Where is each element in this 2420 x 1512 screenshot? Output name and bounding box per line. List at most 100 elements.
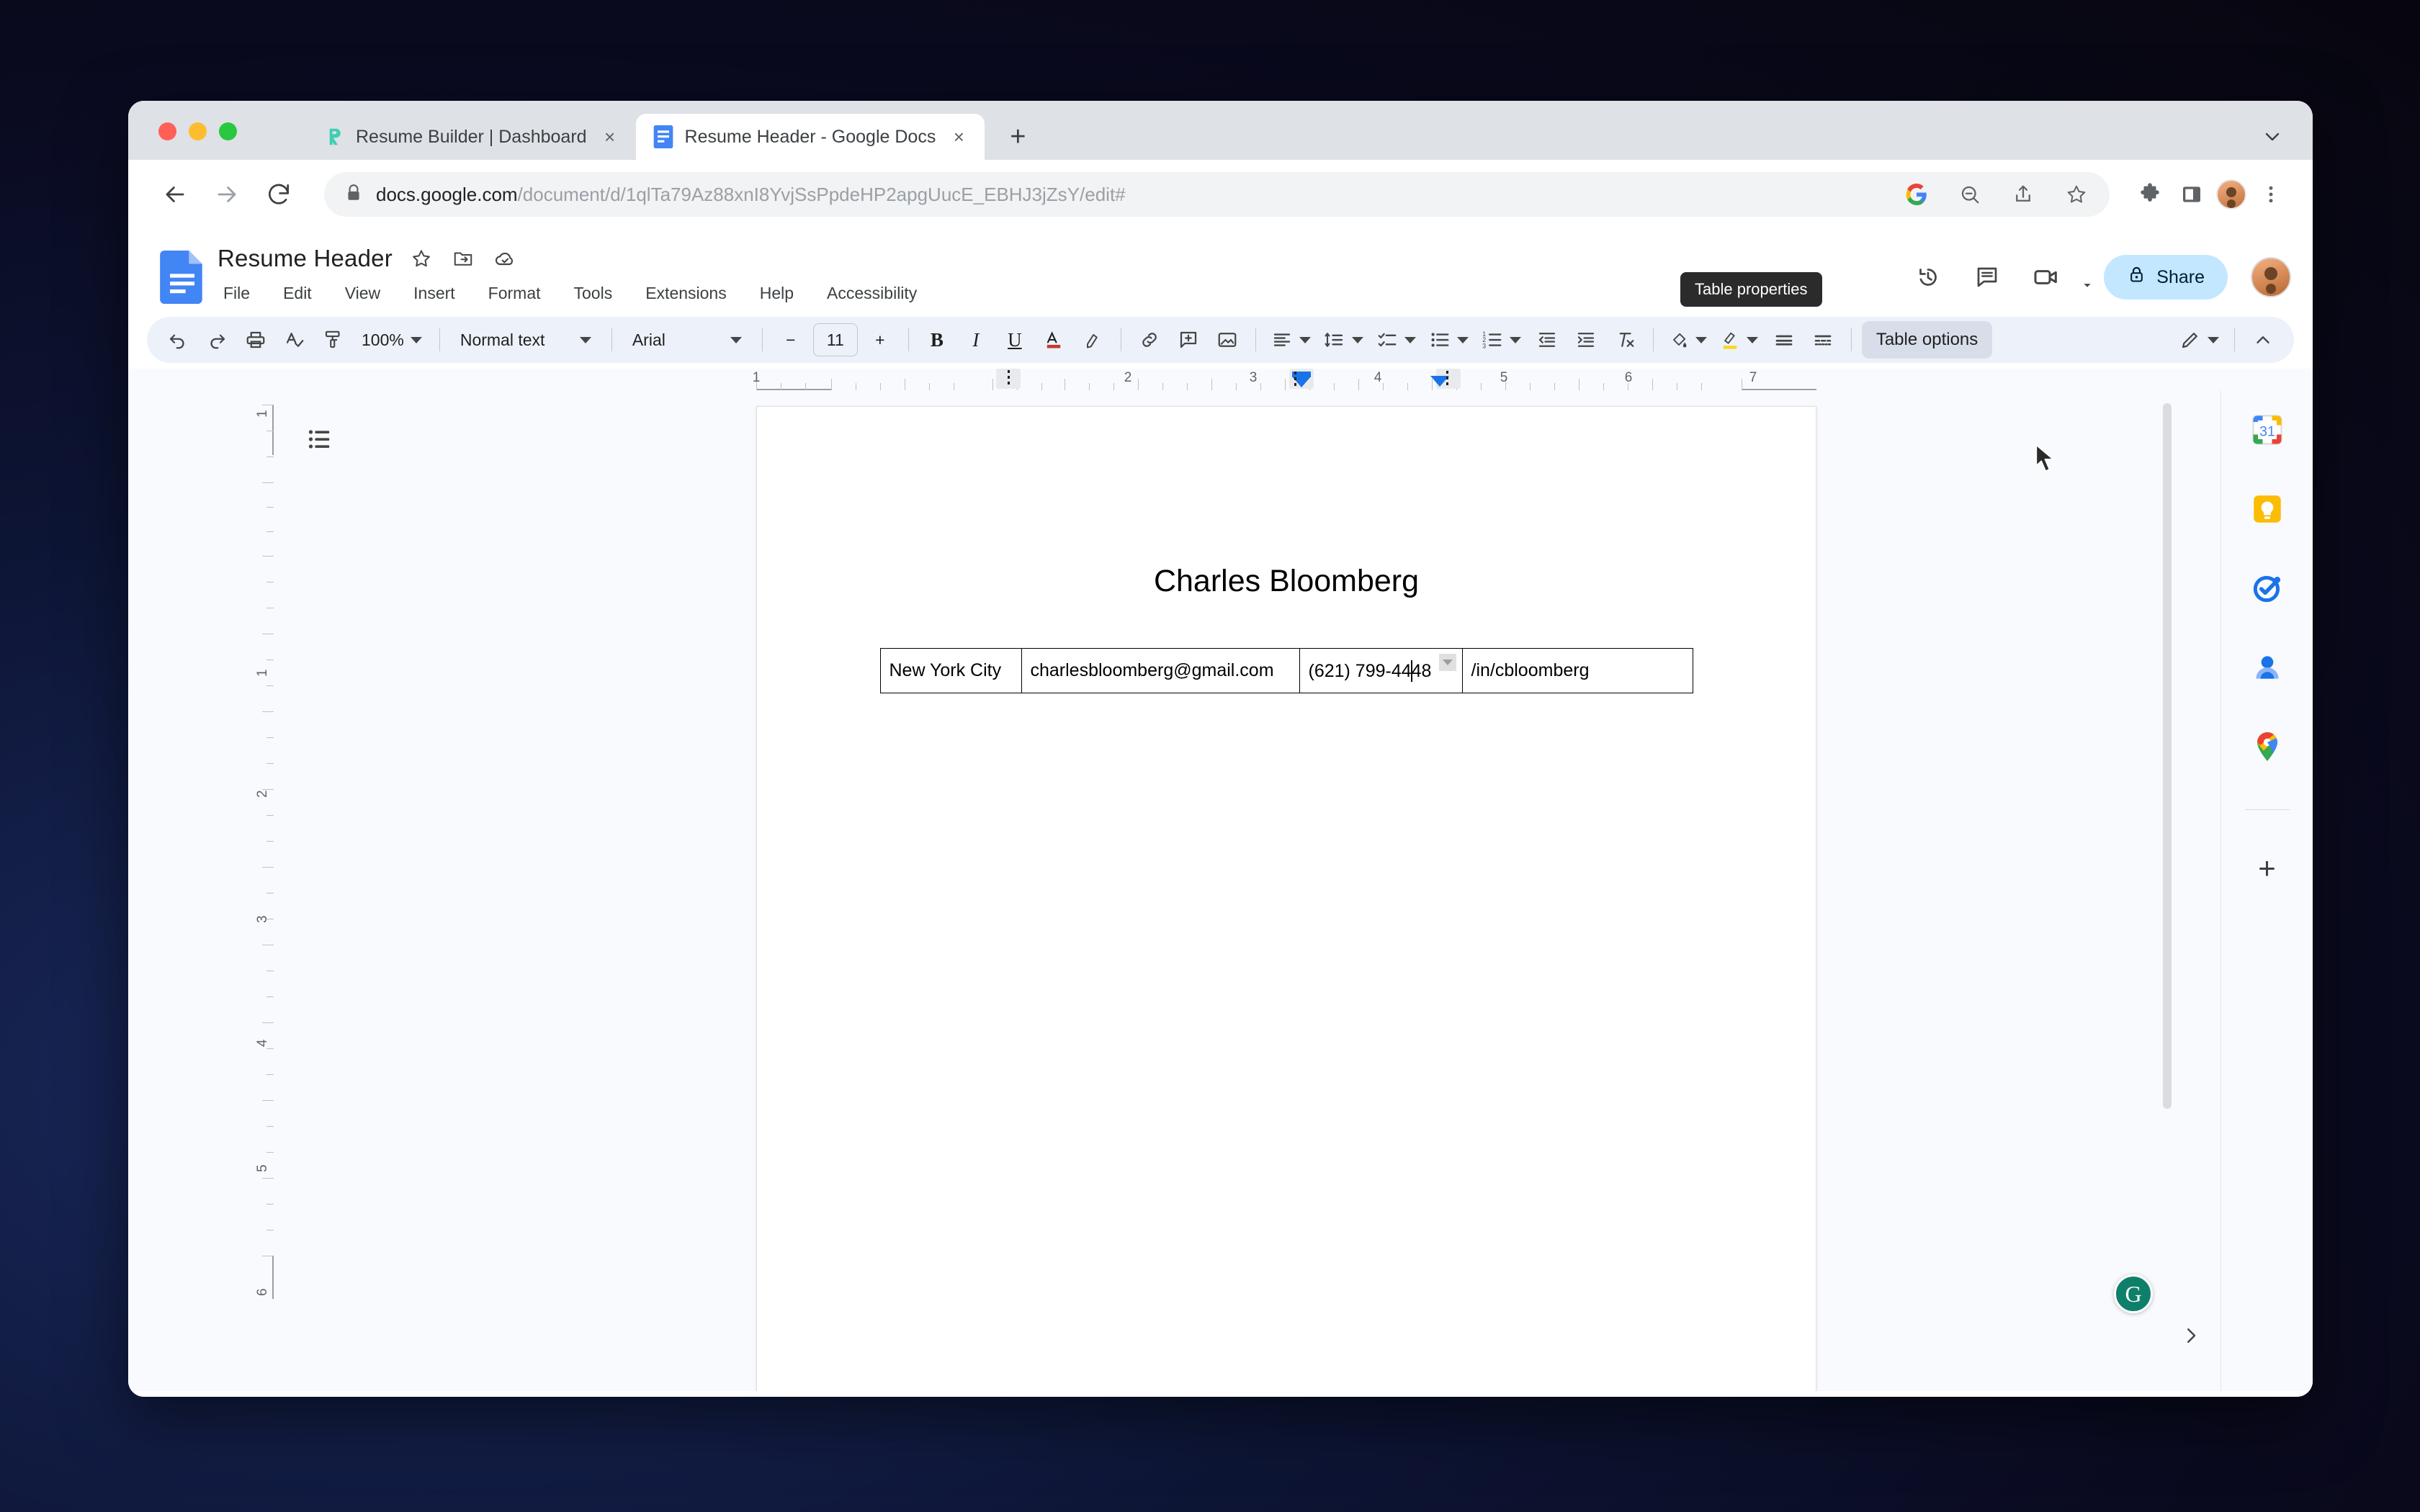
star-icon[interactable]	[408, 246, 434, 271]
horizontal-ruler[interactable]: 1 1 2 3 4 5 6 7	[128, 369, 2313, 390]
highlight-color-button[interactable]	[1075, 322, 1111, 358]
border-width-button[interactable]	[1766, 322, 1802, 358]
document-scrollbar[interactable]	[2163, 403, 2172, 1109]
table-cell-location[interactable]: New York City	[879, 648, 1022, 693]
expand-side-panel-button[interactable]	[2176, 1320, 2206, 1351]
google-maps-icon[interactable]	[2246, 726, 2288, 768]
close-tab-button[interactable]: ×	[946, 124, 972, 150]
profile-avatar[interactable]	[2216, 179, 2246, 210]
new-tab-button[interactable]: +	[999, 118, 1036, 156]
grammarly-badge[interactable]: G	[2114, 1274, 2153, 1313]
add-comment-button[interactable]	[1170, 322, 1206, 358]
document-workspace: 1 1 2 3 4 5 6 Charles Bloomberg New York…	[128, 390, 2313, 1391]
collapse-toolbar-button[interactable]	[2245, 322, 2281, 358]
add-side-panel-app-button[interactable]: +	[2246, 847, 2288, 889]
document-title[interactable]: Resume Header	[218, 245, 393, 272]
cell-dropdown-icon[interactable]	[1438, 654, 1456, 671]
numbered-list-button[interactable]: 123	[1476, 322, 1526, 358]
bold-button[interactable]: B	[919, 322, 955, 358]
border-dash-button[interactable]	[1805, 322, 1841, 358]
paint-format-button[interactable]	[315, 322, 351, 358]
italic-button[interactable]: I	[958, 322, 994, 358]
reload-button[interactable]	[256, 172, 301, 217]
menu-view[interactable]: View	[339, 281, 386, 306]
menu-tools[interactable]: Tools	[568, 281, 619, 306]
url-path: /document/d/1qlTa79Az88xnI8YvjSsPpdeHP2a…	[517, 183, 1126, 205]
document-page[interactable]: Charles Bloomberg New York City charlesb…	[756, 406, 1816, 1391]
border-color-button[interactable]	[1715, 322, 1763, 358]
insert-link-button[interactable]	[1131, 322, 1168, 358]
address-bar[interactable]: docs.google.com/document/d/1qlTa79Az88xn…	[324, 172, 2110, 217]
more-options-icon[interactable]	[2254, 177, 2288, 212]
menu-accessibility[interactable]: Accessibility	[821, 281, 923, 306]
bookmark-star-icon[interactable]	[2059, 177, 2094, 212]
clear-formatting-button[interactable]	[1607, 322, 1643, 358]
google-g-icon[interactable]	[1899, 177, 1934, 212]
extensions-puzzle-icon[interactable]	[2133, 177, 2167, 212]
font-family-selector[interactable]: Arial	[622, 322, 752, 358]
google-docs-icon[interactable]	[160, 251, 205, 304]
undo-button[interactable]	[160, 322, 196, 358]
back-button[interactable]	[153, 172, 197, 217]
menu-help[interactable]: Help	[754, 281, 799, 306]
document-outline-button[interactable]	[300, 419, 340, 459]
zoom-out-icon[interactable]	[1953, 177, 1987, 212]
menu-file[interactable]: File	[218, 281, 256, 306]
zoom-selector[interactable]: 100%	[354, 322, 429, 358]
google-calendar-icon[interactable]: 31	[2246, 409, 2288, 451]
share-icon[interactable]	[2006, 177, 2040, 212]
meet-camera-icon[interactable]	[2026, 257, 2066, 297]
clear-formatting-icon	[1619, 333, 1634, 347]
insert-image-button[interactable]	[1209, 322, 1245, 358]
menu-edit[interactable]: Edit	[277, 281, 318, 306]
bulleted-list-button[interactable]	[1424, 322, 1474, 358]
side-panel-icon[interactable]	[2174, 177, 2209, 212]
underline-button[interactable]: U	[997, 322, 1033, 358]
table-cell-email[interactable]: charlesbloomberg@gmail.com	[1021, 648, 1300, 693]
font-size-input[interactable]: 11	[812, 323, 858, 356]
version-history-icon[interactable]	[1908, 257, 1948, 297]
ruler-label: 6	[255, 1288, 270, 1296]
decrease-indent-button[interactable]	[1529, 322, 1565, 358]
contact-info-table[interactable]: New York City charlesbloomberg@gmail.com…	[879, 648, 1693, 693]
move-to-folder-icon[interactable]	[450, 246, 476, 271]
editing-mode-button[interactable]	[2174, 322, 2224, 358]
minimize-window-button[interactable]	[189, 122, 207, 140]
align-button[interactable]	[1266, 322, 1316, 358]
line-spacing-button[interactable]	[1319, 322, 1368, 358]
account-avatar[interactable]	[2251, 257, 2291, 297]
comment-icon[interactable]	[1967, 257, 2007, 297]
cell-fill-button[interactable]	[1664, 322, 1712, 358]
menu-format[interactable]: Format	[483, 281, 547, 306]
decrease-font-size-button[interactable]: −	[773, 322, 809, 358]
paragraph-style-selector[interactable]: Normal text	[450, 322, 601, 358]
google-keep-icon[interactable]	[2246, 488, 2288, 530]
vertical-ruler[interactable]: 1 1 2 3 4 5 6	[255, 390, 274, 1391]
google-contacts-icon[interactable]	[2246, 647, 2288, 688]
maximize-window-button[interactable]	[219, 122, 237, 140]
checklist-button[interactable]	[1371, 322, 1421, 358]
tab-strip-menu-button[interactable]	[2261, 125, 2284, 148]
close-window-button[interactable]	[158, 122, 176, 140]
tab-resume-header-google-docs[interactable]: Resume Header - Google Docs ×	[635, 114, 985, 160]
share-button[interactable]: Share	[2104, 255, 2228, 300]
increase-indent-button[interactable]	[1568, 322, 1604, 358]
close-tab-button[interactable]: ×	[597, 124, 623, 150]
print-button[interactable]	[238, 322, 274, 358]
docs-header: Resume Header File Edit View Insert Form…	[128, 229, 2313, 314]
table-row[interactable]: New York City charlesbloomberg@gmail.com…	[879, 648, 1693, 693]
increase-font-size-button[interactable]: +	[862, 322, 898, 358]
menu-insert[interactable]: Insert	[408, 281, 461, 306]
redo-button[interactable]	[199, 322, 235, 358]
cloud-saved-icon[interactable]	[492, 246, 518, 271]
ruler-label: 1	[255, 669, 270, 677]
text-color-button[interactable]	[1036, 322, 1072, 358]
table-cell-phone[interactable]: (621) 799-4448	[1299, 648, 1463, 693]
spellcheck-button[interactable]	[277, 322, 313, 358]
menu-extensions[interactable]: Extensions	[640, 281, 732, 306]
forward-button[interactable]	[205, 172, 249, 217]
table-cell-linkedin[interactable]: /in/cbloomberg	[1461, 648, 1693, 693]
table-options-button[interactable]: Table options	[1861, 321, 1993, 359]
tab-resume-builder-dashboard[interactable]: Resume Builder | Dashboard ×	[307, 114, 636, 160]
google-tasks-icon[interactable]	[2246, 567, 2288, 609]
